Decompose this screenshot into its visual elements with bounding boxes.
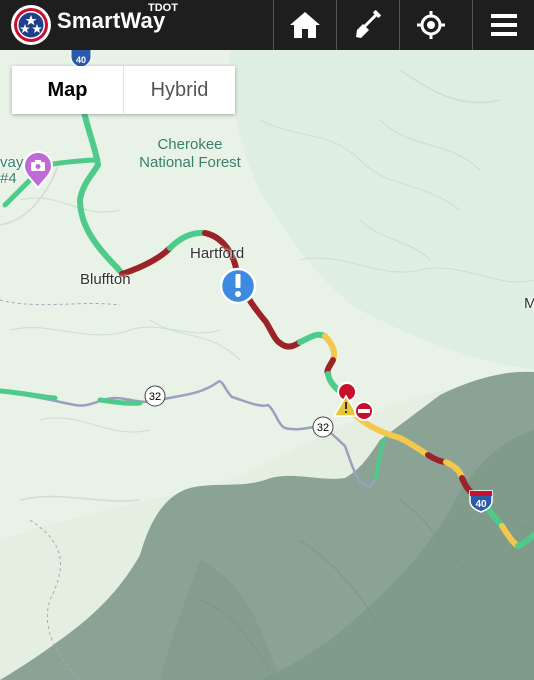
route-32-label: 32 xyxy=(149,391,161,403)
shovel-icon xyxy=(356,10,381,38)
info-marker[interactable] xyxy=(219,267,257,305)
interstate-40-label: 40 xyxy=(76,55,86,65)
home-button[interactable] xyxy=(273,0,336,50)
home-icon xyxy=(290,12,320,38)
tennessee-logo-icon[interactable] xyxy=(10,4,52,46)
map-type-control: Map Hybrid xyxy=(12,66,235,114)
road-closed-marker[interactable] xyxy=(354,401,374,421)
road-closed-icon xyxy=(358,409,370,413)
interstate-40-label: 40 xyxy=(475,499,487,510)
traffic-map[interactable]: 40 40 32 32 xyxy=(0,50,534,680)
map-type-hybrid-button[interactable]: Hybrid xyxy=(124,66,235,114)
town-label-hartford: Hartford xyxy=(190,245,245,262)
route-32-shield: 32 xyxy=(312,416,334,438)
edge-label-left-2: #4 xyxy=(0,170,17,187)
forest-label-line2: National Forest xyxy=(139,154,241,171)
app-subtitle: TDOT xyxy=(148,2,178,14)
forest-label-line1: Cherokee xyxy=(157,136,223,153)
menu-icon xyxy=(491,14,517,36)
winter-conditions-button[interactable] xyxy=(336,0,399,50)
forest-label: Cherokee National Forest xyxy=(128,136,252,172)
info-icon xyxy=(235,274,241,297)
route-32-shield: 32 xyxy=(144,385,166,407)
locate-button[interactable] xyxy=(399,0,462,50)
edge-label-right: M xyxy=(524,295,534,312)
town-label-bluffton: Bluffton xyxy=(80,271,131,288)
top-bar: SmartWay TDOT xyxy=(0,0,534,50)
menu-button[interactable] xyxy=(472,0,534,50)
locate-icon xyxy=(417,11,445,39)
route-32-label: 32 xyxy=(317,422,329,434)
edge-label-left: vay xyxy=(0,154,24,171)
map-type-map-button[interactable]: Map xyxy=(12,66,124,114)
